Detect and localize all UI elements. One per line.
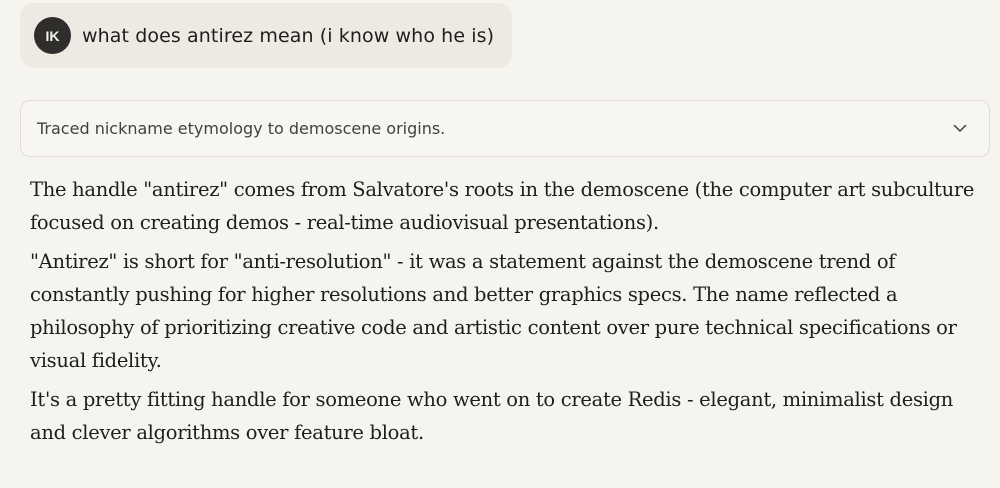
response-paragraph-3: It's a pretty fitting handle for someone… [30, 388, 954, 444]
user-message-text: what does antirez mean (i know who he is… [82, 24, 495, 47]
user-message-bubble: IK what does antirez mean (i know who he… [20, 3, 512, 68]
assistant-response: The handle "antirez" comes from Salvator… [30, 173, 975, 455]
thinking-summary-toggle[interactable]: Traced nickname etymology to demoscene o… [20, 100, 990, 157]
response-paragraph-1: The handle "antirez" comes from Salvator… [30, 178, 975, 234]
chat-page: IK what does antirez mean (i know who he… [0, 0, 1000, 488]
response-paragraph-2: "Antirez" is short for "anti-resolution"… [30, 250, 957, 372]
thinking-summary-label: Traced nickname etymology to demoscene o… [37, 119, 446, 138]
chevron-down-icon[interactable] [951, 119, 969, 137]
user-avatar: IK [34, 17, 71, 54]
